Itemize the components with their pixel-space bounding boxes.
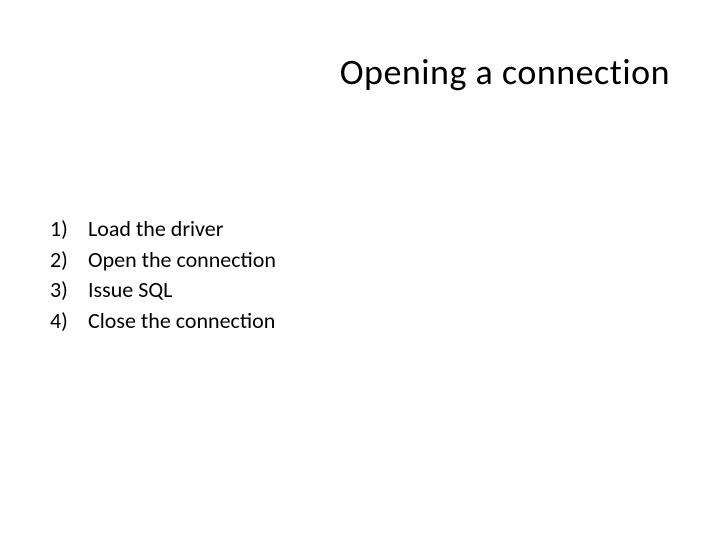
steps-list: 1) Load the driver 2) Open the connectio…: [50, 215, 276, 337]
list-text: Open the connection: [82, 246, 276, 275]
list-number: 1): [50, 215, 82, 244]
list-number: 4): [50, 307, 82, 336]
list-item: 4) Close the connection: [50, 307, 276, 336]
list-item: 3) Issue SQL: [50, 276, 276, 305]
list-number: 3): [50, 276, 82, 305]
list-text: Load the driver: [82, 215, 223, 244]
list-item: 1) Load the driver: [50, 215, 276, 244]
slide-title: Opening a connection: [340, 50, 670, 94]
list-text: Issue SQL: [82, 276, 172, 305]
list-text: Close the connection: [82, 307, 275, 336]
list-number: 2): [50, 246, 82, 275]
list-item: 2) Open the connection: [50, 246, 276, 275]
